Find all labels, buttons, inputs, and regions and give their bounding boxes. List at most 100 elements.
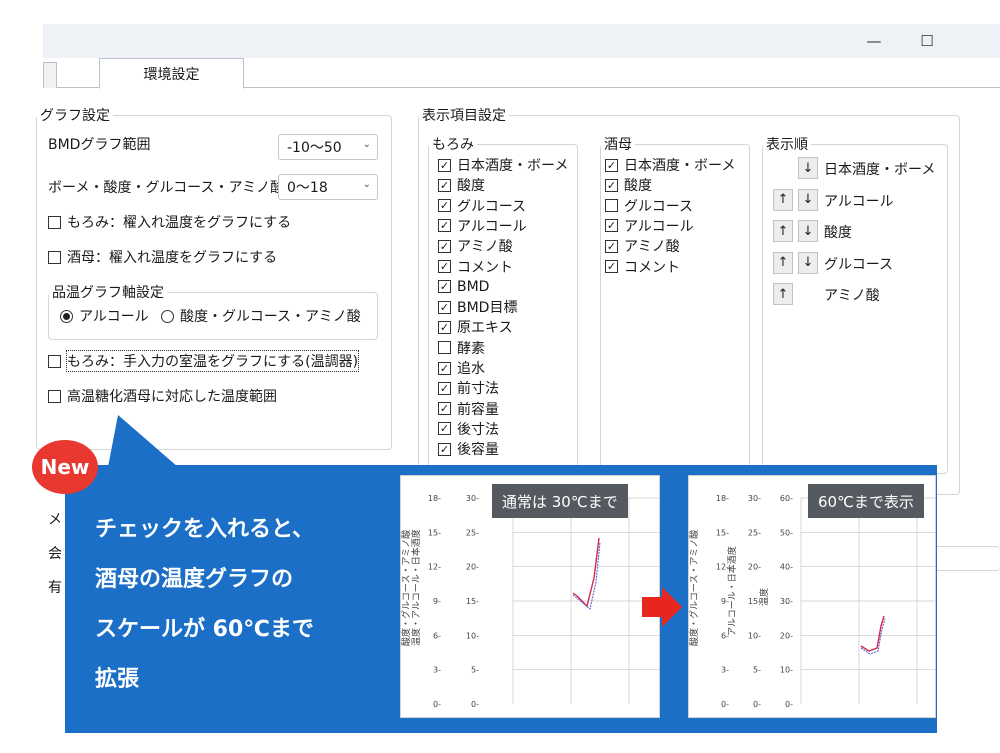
curve-red	[572, 537, 600, 608]
tick-label: 5-	[753, 666, 761, 675]
moromi-item[interactable]: 酵素	[438, 338, 485, 358]
radio-label: 酸度・グルコース・アミノ酸	[180, 309, 361, 325]
chevron-down-icon: ⌄	[362, 179, 371, 190]
baume-range-select[interactable]: 0〜18 ⌄	[278, 174, 378, 200]
moromi-item[interactable]: ✓ 後寸法	[438, 419, 499, 439]
checkbox-label: アルコール	[457, 218, 527, 235]
moromi-item[interactable]: ✓ 日本酒度・ボーメ	[438, 155, 568, 175]
moromi-item[interactable]: ✓ 酸度	[438, 175, 485, 195]
moromi-item[interactable]: ✓ アルコール	[438, 216, 527, 236]
checkbox-label: 日本酒度・ボーメ	[624, 158, 736, 174]
order-item-label: アルコール	[824, 193, 894, 210]
moromi-item[interactable]: ✓ アミノ酸	[438, 236, 513, 256]
axis-label-left-b: 温度・アルコール・日本酒度	[410, 529, 422, 646]
tick-label: 60-	[780, 494, 793, 503]
tick-label: 10-	[466, 631, 479, 640]
tick-label: 18-	[428, 494, 441, 503]
moromi-item[interactable]: ✓ グルコース	[438, 196, 526, 216]
shubo-item[interactable]: グルコース	[605, 196, 693, 216]
callout-text: チェックを入れると、 酒母の温度グラフの スケールが 60℃まで 拡張	[95, 505, 314, 705]
checkbox-label: もろみ：手入力の室温をグラフにする(温調器)	[65, 350, 360, 372]
tick-label: 20-	[780, 631, 793, 640]
tab-previous[interactable]	[43, 62, 57, 88]
bmd-range-select[interactable]: -10〜50 ⌄	[278, 134, 378, 160]
shubo-item[interactable]: ✓ アミノ酸	[605, 236, 680, 256]
move-up-button[interactable]: ↑	[773, 251, 793, 274]
checkbox-checked: ✓	[438, 260, 451, 273]
moromi-item[interactable]: ✓ コメント	[438, 257, 513, 277]
shubo-item[interactable]: ✓ アルコール	[605, 216, 694, 236]
hidden-label: メ	[48, 512, 62, 528]
axis-label-left-a: 酸度・グルコース・アミノ酸	[401, 530, 412, 646]
checkbox-label: 後容量	[457, 442, 499, 459]
tick-label: 3-	[721, 666, 729, 675]
checkbox-label: コメント	[624, 259, 680, 276]
shubo-temp-checkbox[interactable]: 酒母：櫂入れ温度をグラフにする	[48, 247, 277, 267]
move-up-button[interactable]: ↑	[773, 283, 793, 305]
bmd-range-value: -10〜50	[287, 140, 342, 156]
chevron-down-icon: ⌄	[362, 139, 371, 150]
shubo-item[interactable]: ✓ コメント	[605, 257, 680, 277]
checkbox-label: 前寸法	[457, 381, 499, 398]
high-temp-range-checkbox[interactable]: 高温糖化酒母に対応した温度範囲	[48, 386, 277, 406]
checkbox-label: 酒母：櫂入れ温度をグラフにする	[67, 250, 278, 266]
checkbox-label: 後寸法	[457, 421, 499, 438]
moromi-item[interactable]: ✓ 前容量	[438, 399, 499, 419]
checkbox-label: 前容量	[457, 401, 499, 418]
moromi-item[interactable]: ✓ 原エキス	[438, 317, 513, 337]
graph-settings-title: グラフ設定	[40, 108, 110, 124]
tick-label: 0-	[753, 700, 761, 709]
tab-settings[interactable]: 環境設定	[99, 58, 244, 89]
move-up-button[interactable]: ↑	[773, 220, 793, 242]
axis-radio-other[interactable]: 酸度・グルコース・アミノ酸	[161, 306, 361, 326]
moromi-item[interactable]: ✓ BMD目標	[438, 297, 517, 317]
maximize-icon[interactable]: ☐	[916, 30, 938, 52]
minimize-icon[interactable]: —	[863, 30, 885, 52]
checkbox-box	[48, 250, 61, 264]
checkbox-checked: ✓	[605, 219, 618, 233]
tick-label: 0-	[721, 700, 729, 709]
moromi-item[interactable]: ✓ 後容量	[438, 439, 499, 459]
tick-label: 25-	[466, 528, 479, 537]
tick-label: 0-	[785, 700, 793, 709]
manual-room-temp-checkbox[interactable]: もろみ：手入力の室温をグラフにする(温調器)	[48, 350, 360, 372]
checkbox-checked: ✓	[438, 381, 451, 395]
checkbox-checked: ✓	[605, 178, 618, 192]
curve-red	[860, 615, 885, 652]
new-badge: New	[32, 440, 98, 494]
checkbox-label: もろみ：櫂入れ温度をグラフにする	[67, 215, 292, 231]
tick-label: 18-	[716, 494, 729, 503]
tick-label: 6-	[433, 631, 441, 640]
tick-label: 10-	[780, 666, 793, 675]
checkbox-label: BMD目標	[457, 300, 518, 317]
checkbox-unchecked	[605, 199, 618, 213]
checkbox-checked: ✓	[438, 158, 451, 172]
move-down-button[interactable]: ↓	[798, 251, 818, 274]
shubo-item[interactable]: ✓ 日本酒度・ボーメ	[605, 155, 735, 175]
callout-line: 酒母の温度グラフの	[95, 567, 294, 592]
moromi-temp-checkbox[interactable]: もろみ：櫂入れ温度をグラフにする	[48, 212, 291, 232]
moromi-item[interactable]: ✓ 前寸法	[438, 378, 499, 398]
axis-settings-title: 品温グラフ軸設定	[52, 285, 164, 301]
tick-label: 5-	[471, 666, 479, 675]
move-down-button[interactable]: ↓	[798, 220, 818, 242]
shubo-item[interactable]: ✓ 酸度	[605, 175, 652, 195]
axis-label-right-a: 酸度・グルコース・アミノ酸	[689, 530, 700, 646]
tick-label: 9-	[433, 597, 441, 606]
checkbox-checked: ✓	[438, 361, 451, 375]
axis-label-right-c: 温度	[758, 588, 770, 606]
move-up-button[interactable]: ↑	[773, 188, 793, 211]
axis-radio-alcohol[interactable]: アルコール	[60, 306, 149, 326]
tick-label: 0-	[433, 700, 441, 709]
move-down-button[interactable]: ↓	[798, 157, 818, 179]
shubo-items-title: 酒母	[604, 137, 632, 153]
chart-normal-tag: 通常は 30℃まで	[492, 484, 628, 518]
moromi-item[interactable]: ✓ 追水	[438, 358, 485, 378]
radio-label: アルコール	[79, 309, 149, 325]
checkbox-checked: ✓	[438, 178, 451, 192]
checkbox-checked: ✓	[438, 300, 451, 314]
callout-pointer	[108, 415, 178, 467]
bmd-range-label: BMDグラフ範囲	[48, 137, 151, 153]
moromi-item[interactable]: ✓ BMD	[438, 277, 489, 297]
move-down-button[interactable]: ↓	[798, 188, 818, 211]
